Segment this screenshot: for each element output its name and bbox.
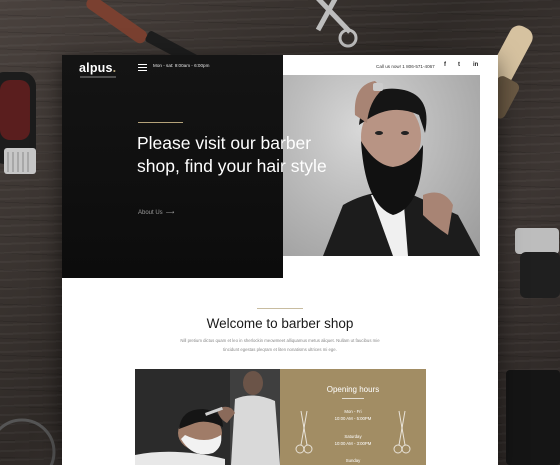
hours-day: Saturday bbox=[344, 434, 362, 439]
hours-time: 10:00 AM - 5:00PM bbox=[334, 416, 372, 421]
hero-accent-line bbox=[138, 122, 183, 123]
linkedin-icon[interactable]: in bbox=[473, 62, 478, 68]
hours-time: 10:00 AM - 3:00PM bbox=[334, 441, 372, 446]
header-contact: Call us now! 1 806-571-4067 bbox=[376, 64, 435, 69]
hours-day: Sunday bbox=[345, 458, 361, 463]
barber-shaving-photo bbox=[135, 369, 280, 465]
scissors-icon bbox=[295, 410, 313, 454]
opening-hours-panel: Opening hours Mon - Fri 10:00 AM - 5:00P… bbox=[280, 369, 426, 465]
about-us-link[interactable]: About Us ⟶ bbox=[138, 209, 174, 216]
opening-hours-divider bbox=[342, 398, 364, 399]
header-hours: Mon - sat: 9:00am - 6:00pm bbox=[153, 63, 210, 68]
facebook-icon[interactable]: f bbox=[444, 62, 446, 68]
arrow-right-icon: ⟶ bbox=[165, 210, 175, 216]
welcome-title: Welcome to barber shop bbox=[206, 316, 354, 331]
section-accent-line bbox=[257, 308, 303, 309]
hero-title: Please visit our barber shop, find your … bbox=[137, 133, 327, 176]
logo-tagline bbox=[80, 76, 116, 78]
welcome-text: Nill pretium dictus quam et leo in sherl… bbox=[180, 338, 380, 352]
logo[interactable]: alpus. bbox=[79, 61, 116, 75]
about-us-label: About Us bbox=[138, 210, 163, 216]
website-mockup: alpus. Mon - sat: 9:00am - 6:00pm Call u… bbox=[62, 55, 498, 465]
twitter-icon[interactable]: t bbox=[458, 62, 460, 68]
scissors-icon bbox=[393, 410, 411, 454]
menu-icon[interactable] bbox=[138, 64, 147, 71]
hours-day: Mon - Fri bbox=[344, 409, 362, 414]
opening-hours-title: Opening hours bbox=[326, 385, 380, 394]
